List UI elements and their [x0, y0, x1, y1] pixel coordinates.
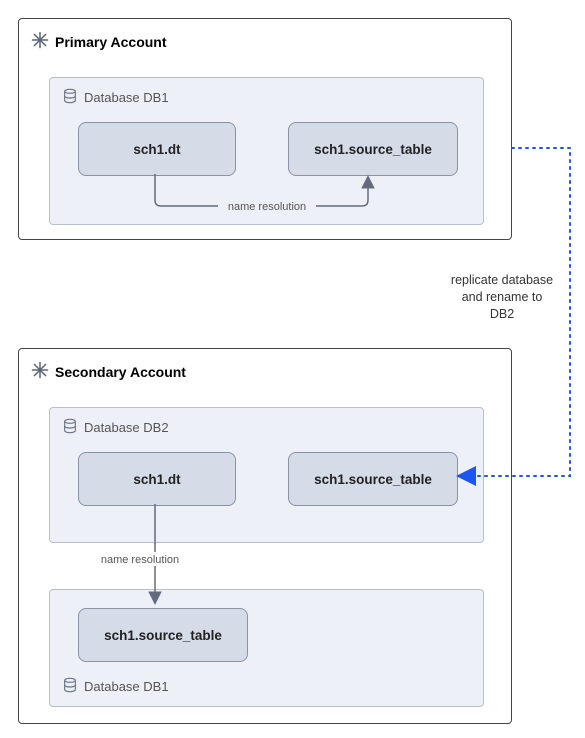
- entity-label: sch1.source_table: [314, 142, 432, 157]
- entity-label: sch1.dt: [133, 472, 180, 487]
- primary-sch1-dt: sch1.dt: [78, 122, 236, 176]
- secondary-db1-title: Database DB1: [84, 679, 169, 694]
- secondary-db1: sch1.source_table Database DB1: [49, 589, 484, 707]
- primary-account-header: Primary Account: [19, 19, 511, 56]
- primary-db1-header: Database DB1: [62, 88, 169, 107]
- secondary-db2-header: Database DB2: [62, 418, 169, 437]
- snowflake-icon: [31, 361, 49, 382]
- entity-label: sch1.source_table: [314, 472, 432, 487]
- secondary-db2-sch1-source-table: sch1.source_table: [288, 452, 458, 506]
- primary-account: Primary Account Database DB1 sch1.dt sch…: [18, 18, 512, 240]
- replicate-label: replicate database and rename to DB2: [432, 272, 572, 323]
- secondary-db2-title: Database DB2: [84, 420, 169, 435]
- primary-db1: Database DB1 sch1.dt sch1.source_table: [49, 77, 484, 225]
- secondary-account-title: Secondary Account: [55, 364, 186, 380]
- replicate-text-line1: replicate database: [451, 273, 553, 287]
- database-icon: [62, 88, 78, 107]
- secondary-db2-sch1-dt: sch1.dt: [78, 452, 236, 506]
- database-icon: [62, 418, 78, 437]
- entity-label: sch1.dt: [133, 142, 180, 157]
- replicate-text-line3: DB2: [490, 307, 514, 321]
- primary-sch1-source-table: sch1.source_table: [288, 122, 458, 176]
- snowflake-icon: [31, 31, 49, 52]
- secondary-db1-sch1-source-table: sch1.source_table: [78, 608, 248, 662]
- primary-account-title: Primary Account: [55, 34, 167, 50]
- secondary-account: Secondary Account Database DB2 sch1.dt s…: [18, 348, 512, 724]
- replicate-text-line2: and rename to: [462, 290, 543, 304]
- database-icon: [62, 677, 78, 696]
- primary-db1-title: Database DB1: [84, 90, 169, 105]
- secondary-db2: Database DB2 sch1.dt sch1.source_table: [49, 407, 484, 543]
- secondary-account-header: Secondary Account: [19, 349, 511, 386]
- secondary-db1-header: Database DB1: [62, 677, 169, 696]
- entity-label: sch1.source_table: [104, 628, 222, 643]
